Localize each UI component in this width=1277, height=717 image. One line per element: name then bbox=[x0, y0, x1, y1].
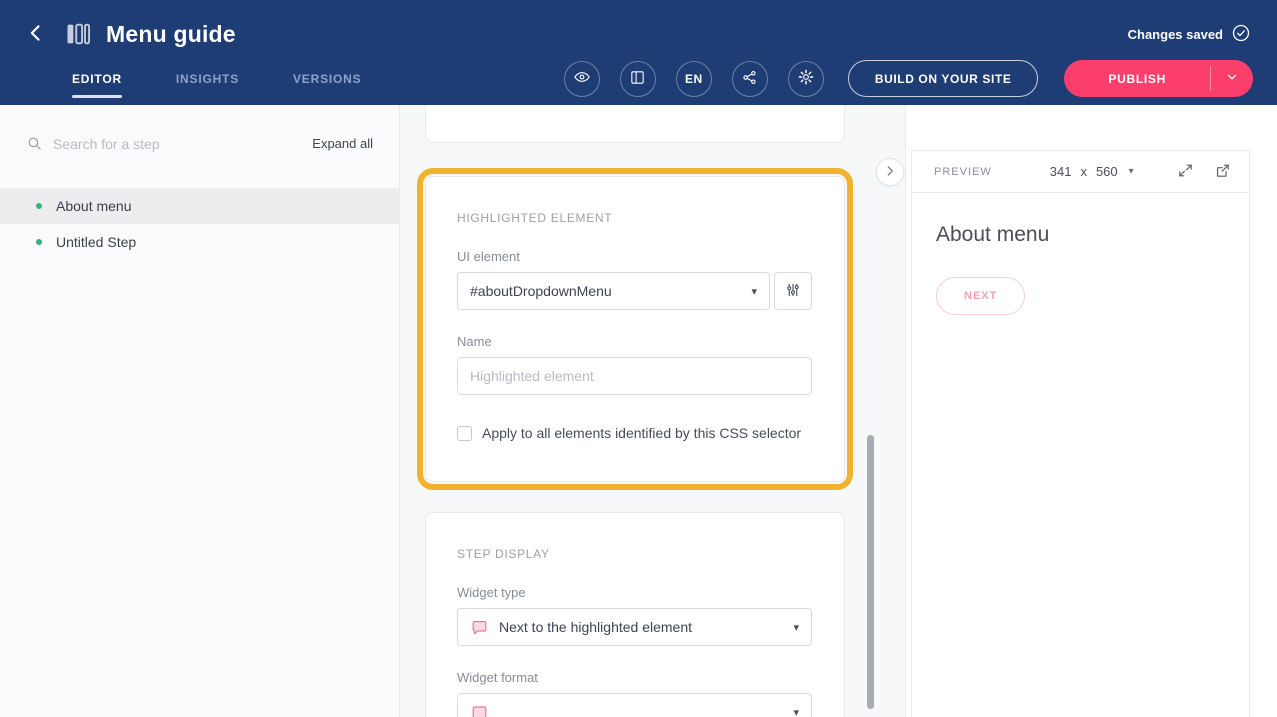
section-title-step-display: STEP DISPLAY bbox=[457, 547, 812, 561]
section-title-highlighted-element: HIGHLIGHTED ELEMENT bbox=[457, 211, 812, 225]
apply-to-all-checkbox[interactable] bbox=[457, 426, 472, 441]
element-picker-settings-button[interactable] bbox=[774, 272, 812, 310]
highlighted-element-ring: HIGHLIGHTED ELEMENT UI element #aboutDro… bbox=[417, 168, 853, 490]
preview-card: PREVIEW 341 x 560 ▾ bbox=[911, 150, 1250, 717]
share-icon bbox=[741, 69, 758, 89]
step-item-untitled-step[interactable]: Untitled Step bbox=[0, 224, 399, 260]
highlighted-element-name-input[interactable] bbox=[457, 357, 812, 395]
expand-icon bbox=[1177, 162, 1194, 182]
chevron-down-icon: ▾ bbox=[741, 285, 757, 298]
app-window: Menu guide Changes saved EDITOR INSIGHTS… bbox=[0, 0, 1277, 717]
previous-settings-card-partial bbox=[425, 105, 845, 143]
step-display-card: STEP DISPLAY Widget type Next to the hig… bbox=[425, 512, 845, 717]
header-toolbar-row: EDITOR INSIGHTS VERSIONS EN bbox=[0, 52, 1277, 105]
language-button[interactable]: EN bbox=[676, 61, 712, 97]
scrollbar-thumb[interactable] bbox=[867, 435, 874, 709]
preview-next-button[interactable]: NEXT bbox=[936, 277, 1025, 315]
preview-panel: PREVIEW 341 x 560 ▾ bbox=[905, 105, 1277, 717]
changes-saved-label: Changes saved bbox=[1128, 27, 1223, 42]
publish-button[interactable]: PUBLISH bbox=[1064, 60, 1210, 97]
step-label: Untitled Step bbox=[56, 234, 136, 250]
open-in-new-tab-button[interactable] bbox=[1214, 162, 1231, 182]
steps-sidebar: Expand all About menu Untitled Step bbox=[0, 105, 400, 717]
ui-element-row: #aboutDropdownMenu ▾ bbox=[457, 272, 812, 310]
layout-button[interactable] bbox=[620, 61, 656, 97]
chevron-down-icon: ▾ bbox=[783, 706, 799, 717]
highlighted-element-card: HIGHLIGHTED ELEMENT UI element #aboutDro… bbox=[425, 176, 845, 482]
app-logo-icon bbox=[64, 20, 92, 48]
search-icon bbox=[26, 135, 43, 152]
step-search-row: Expand all bbox=[0, 105, 399, 170]
top-header: Menu guide Changes saved EDITOR INSIGHTS… bbox=[0, 0, 1277, 105]
collapse-preview-button[interactable] bbox=[876, 158, 904, 186]
preview-header-icons bbox=[1177, 162, 1231, 182]
tooltip-widget-icon bbox=[470, 618, 489, 637]
share-button[interactable] bbox=[732, 61, 768, 97]
header-actions: EN BUILD ON YOUR SITE PUBLISH bbox=[564, 60, 1253, 97]
publish-dropdown-button[interactable] bbox=[1211, 60, 1253, 97]
chevron-down-icon: ▾ bbox=[783, 621, 799, 634]
chevron-down-icon bbox=[1225, 70, 1239, 87]
widget-type-label: Widget type bbox=[457, 585, 812, 600]
tab-editor[interactable]: EDITOR bbox=[72, 52, 122, 105]
changes-saved-status: Changes saved bbox=[1128, 23, 1251, 46]
main-body: Expand all About menu Untitled Step H bbox=[0, 105, 1277, 717]
preview-step-title: About menu bbox=[936, 223, 1225, 247]
chevron-right-icon bbox=[883, 164, 897, 181]
ui-element-value: #aboutDropdownMenu bbox=[470, 283, 612, 299]
step-status-dot bbox=[36, 203, 42, 209]
header-title-row: Menu guide Changes saved bbox=[0, 0, 1277, 52]
publish-split-button: PUBLISH bbox=[1064, 60, 1253, 97]
build-on-your-site-button[interactable]: BUILD ON YOUR SITE bbox=[848, 60, 1039, 97]
eye-icon bbox=[573, 68, 591, 89]
external-link-icon bbox=[1214, 162, 1231, 182]
language-badge: EN bbox=[685, 72, 703, 86]
preview-height-value: 560 bbox=[1096, 164, 1118, 179]
editor-tabs: EDITOR INSIGHTS VERSIONS bbox=[72, 52, 361, 105]
widget-type-value: Next to the highlighted element bbox=[499, 619, 692, 635]
steps-list: About menu Untitled Step bbox=[0, 188, 399, 260]
back-button[interactable] bbox=[26, 23, 46, 46]
tab-insights[interactable]: INSIGHTS bbox=[176, 52, 239, 105]
widget-format-label: Widget format bbox=[457, 670, 812, 685]
settings-button[interactable] bbox=[788, 61, 824, 97]
check-circle-icon bbox=[1231, 23, 1251, 46]
tab-versions[interactable]: VERSIONS bbox=[293, 52, 361, 105]
preview-size-separator: x bbox=[1080, 164, 1087, 179]
step-status-dot bbox=[36, 239, 42, 245]
page-title: Menu guide bbox=[106, 21, 236, 48]
step-label: About menu bbox=[56, 198, 132, 214]
preview-eye-button[interactable] bbox=[564, 61, 600, 97]
layout-icon bbox=[629, 69, 646, 89]
preview-header: PREVIEW 341 x 560 ▾ bbox=[912, 151, 1249, 193]
preview-size-dropdown[interactable]: 341 x 560 ▾ bbox=[1050, 164, 1134, 179]
widget-type-select[interactable]: Next to the highlighted element ▾ bbox=[457, 608, 812, 646]
preview-title: PREVIEW bbox=[934, 166, 992, 178]
chevron-down-icon: ▾ bbox=[1129, 166, 1134, 177]
ui-element-label: UI element bbox=[457, 249, 812, 264]
preview-width-value: 341 bbox=[1050, 164, 1072, 179]
ui-element-select[interactable]: #aboutDropdownMenu ▾ bbox=[457, 272, 770, 310]
preview-body: About menu NEXT bbox=[912, 193, 1249, 345]
gear-icon bbox=[797, 68, 815, 89]
step-search-input[interactable] bbox=[53, 136, 233, 152]
chevron-left-icon bbox=[26, 23, 46, 46]
expand-preview-button[interactable] bbox=[1177, 162, 1194, 182]
sliders-icon bbox=[784, 281, 802, 302]
step-editor-panel: HIGHLIGHTED ELEMENT UI element #aboutDro… bbox=[400, 105, 905, 717]
widget-format-select[interactable]: ▾ bbox=[457, 693, 812, 717]
apply-to-all-label: Apply to all elements identified by this… bbox=[482, 425, 801, 441]
step-item-about-menu[interactable]: About menu bbox=[0, 188, 399, 224]
name-label: Name bbox=[457, 334, 812, 349]
format-widget-icon bbox=[470, 703, 489, 717]
expand-all-link[interactable]: Expand all bbox=[312, 136, 373, 151]
apply-to-all-row: Apply to all elements identified by this… bbox=[457, 425, 812, 441]
